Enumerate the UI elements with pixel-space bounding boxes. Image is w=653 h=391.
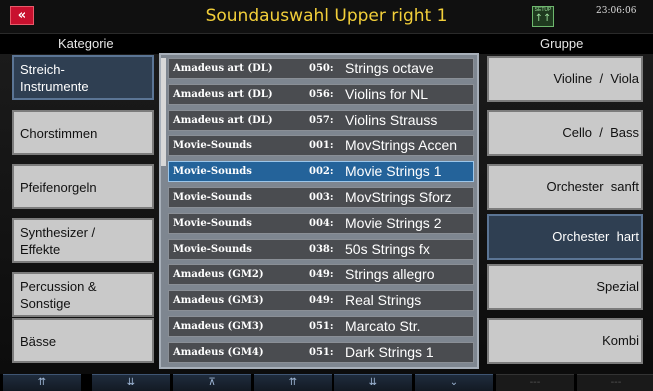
sound-name: Dark Strings 1 xyxy=(345,343,434,360)
group-button[interactable]: Orchester hart xyxy=(487,214,643,260)
sound-row[interactable]: Movie-Sounds 002: Movie Strings 1 xyxy=(168,161,474,183)
chevron-down-icon[interactable]: ⌄ xyxy=(415,374,493,391)
sound-num: 056: xyxy=(309,88,334,100)
scroll-up-icon[interactable]: ⇈ xyxy=(254,374,332,391)
sound-name: Marcato Str. xyxy=(345,318,421,334)
sound-name: Movie Strings 2 xyxy=(345,214,442,231)
category-button[interactable]: Chorstimmen xyxy=(12,110,154,155)
sound-name: Violins for NL xyxy=(345,85,429,102)
sound-bank: Movie-Sounds xyxy=(173,140,252,152)
sound-bank: Amadeus (GM4) xyxy=(173,346,264,358)
empty-slot: --- xyxy=(496,374,574,391)
group-label: Violine / Viola xyxy=(553,71,639,86)
category-label: Bässe xyxy=(20,334,57,349)
sound-num: 004: xyxy=(309,217,334,229)
category-label: Synthesizer / Effekte xyxy=(20,225,96,257)
sound-bank: Amadeus (GM3) xyxy=(173,321,264,332)
sound-name: Violins Strauss xyxy=(345,111,438,128)
sound-name: Strings allegro xyxy=(345,266,435,283)
group-button[interactable]: Violine / Viola xyxy=(487,56,643,102)
group-label: Spezial xyxy=(596,279,639,294)
page-down-icon[interactable]: ⇊ xyxy=(92,374,170,391)
sound-row[interactable]: Amadeus (GM3) 049: Real Strings xyxy=(168,290,474,312)
page-title: Soundauswahl Upper right 1 xyxy=(205,6,448,26)
group-button[interactable]: Spezial xyxy=(487,264,643,310)
sound-bank: Amadeus art (DL) xyxy=(173,114,273,126)
back-button[interactable]: « xyxy=(10,6,34,25)
sound-bank: Amadeus (GM2) xyxy=(173,269,264,281)
sound-row[interactable]: Amadeus (GM2) 049: Strings allegro xyxy=(168,264,474,286)
sound-row[interactable]: Amadeus art (DL) 050: Strings octave xyxy=(168,58,474,79)
sound-row[interactable]: Amadeus (GM3) 051: Marcato Str. xyxy=(168,316,474,337)
category-label: Percussion & Sonstige xyxy=(20,279,97,311)
sound-bank: Movie-Sounds xyxy=(173,243,252,255)
sound-num: 057: xyxy=(309,114,334,126)
sound-list-scrollbar[interactable] xyxy=(161,58,166,166)
sound-row[interactable]: Amadeus art (DL) 056: Violins for NL xyxy=(168,83,474,105)
sound-name: MovStrings Sforz xyxy=(345,189,452,205)
category-label: Chorstimmen xyxy=(20,126,98,141)
sound-row[interactable]: Movie-Sounds 004: Movie Strings 2 xyxy=(168,212,474,234)
group-button[interactable]: Cello / Bass xyxy=(487,110,643,156)
sound-bank: Movie-Sounds xyxy=(173,217,252,229)
sound-row[interactable]: Amadeus art (DL) 057: Violins Strauss xyxy=(168,109,474,131)
category-label: Pfeifenorgeln xyxy=(20,180,97,195)
sound-name: Real Strings xyxy=(345,292,422,309)
group-label: Kombi xyxy=(602,333,639,348)
group-button[interactable]: Kombi xyxy=(487,318,643,364)
group-label: Cello / Bass xyxy=(562,125,639,140)
group-header: Gruppe xyxy=(540,36,584,51)
to-top-icon[interactable]: ⊼ xyxy=(173,374,251,391)
sound-row[interactable]: Movie-Sounds 001: MovStrings Accen xyxy=(168,135,474,157)
title-bar: « Soundauswahl Upper right 1 SETUP ↑↑ 23… xyxy=(0,0,653,34)
sound-bank: Movie-Sounds xyxy=(173,166,252,178)
page-up-icon[interactable]: ⇈ xyxy=(3,374,81,391)
sound-name: Strings octave xyxy=(345,60,434,76)
category-button[interactable]: Percussion & Sonstige xyxy=(12,272,154,317)
category-button[interactable]: Pfeifenorgeln xyxy=(12,164,154,209)
sound-name: MovStrings Accen xyxy=(345,137,458,154)
sound-bank: Amadeus art (DL) xyxy=(173,63,273,74)
category-header: Kategorie xyxy=(58,36,114,51)
sound-num: 051: xyxy=(309,321,334,332)
category-button[interactable]: Bässe xyxy=(12,318,154,363)
sound-num: 003: xyxy=(309,192,334,203)
sound-bank: Movie-Sounds xyxy=(173,192,252,203)
sound-num: 050: xyxy=(309,63,334,74)
sound-bank: Amadeus (GM3) xyxy=(173,295,264,307)
group-label: Orchester hart xyxy=(552,229,639,244)
sound-num: 049: xyxy=(309,295,334,307)
sound-num: 049: xyxy=(309,269,334,281)
sound-row[interactable]: Movie-Sounds 003: MovStrings Sforz xyxy=(168,187,474,208)
empty-slot-2: --- xyxy=(577,374,653,391)
sound-row[interactable]: Movie-Sounds 038: 50s Strings fx xyxy=(168,238,474,260)
category-label: Streich- Instrumente xyxy=(20,62,89,94)
sound-num: 002: xyxy=(309,166,334,178)
scroll-down-icon[interactable]: ⇊ xyxy=(334,374,412,391)
category-button[interactable]: Synthesizer / Effekte xyxy=(12,218,154,263)
setup-icon[interactable]: SETUP ↑↑ xyxy=(532,6,554,27)
sound-row[interactable]: Amadeus (GM4) 051: Dark Strings 1 xyxy=(168,341,474,363)
category-button[interactable]: Streich- Instrumente xyxy=(12,55,154,100)
sound-bank: Amadeus art (DL) xyxy=(173,88,273,100)
group-button[interactable]: Orchester sanft xyxy=(487,164,643,210)
sound-name: Movie Strings 1 xyxy=(345,163,442,180)
clock: 23:06:06 xyxy=(596,6,637,16)
setup-arrows-icon: ↑↑ xyxy=(534,13,552,24)
group-label: Orchester sanft xyxy=(546,179,639,194)
sound-num: 051: xyxy=(309,346,334,358)
sound-num: 038: xyxy=(309,243,334,255)
sound-num: 001: xyxy=(309,140,334,152)
sound-name: 50s Strings fx xyxy=(345,240,430,257)
